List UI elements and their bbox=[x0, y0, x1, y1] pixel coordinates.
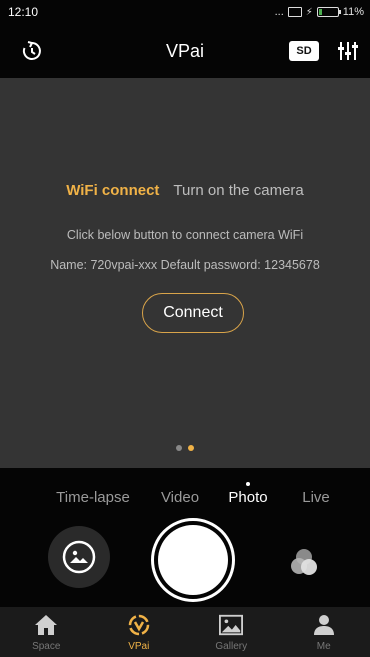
tab-label: VPai bbox=[128, 641, 150, 652]
tab-label: Space bbox=[32, 641, 61, 652]
page-dot-active[interactable] bbox=[188, 445, 194, 451]
battery-icon bbox=[316, 7, 341, 17]
step-wifi-connect[interactable]: WiFi connect bbox=[66, 182, 159, 199]
connect-button[interactable]: Connect bbox=[142, 293, 244, 333]
vpai-icon bbox=[127, 613, 151, 637]
mode-live[interactable]: Live bbox=[302, 489, 330, 506]
bottom-tab-bar: Space VPai Gallery Me bbox=[0, 607, 370, 657]
page-indicator bbox=[0, 445, 370, 451]
album-button[interactable] bbox=[48, 526, 110, 588]
selected-mode-indicator bbox=[246, 482, 250, 486]
person-icon bbox=[312, 613, 336, 637]
page-dot[interactable] bbox=[176, 445, 182, 451]
image-icon bbox=[62, 540, 96, 574]
shutter-button[interactable] bbox=[151, 518, 235, 602]
shutter-inner bbox=[158, 525, 228, 595]
sd-card-button[interactable]: SD bbox=[289, 41, 319, 61]
home-icon bbox=[34, 613, 58, 637]
tab-space[interactable]: Space bbox=[0, 607, 93, 657]
timer-icon[interactable] bbox=[18, 37, 46, 65]
tab-label: Me bbox=[316, 641, 331, 652]
status-more: ... bbox=[274, 6, 284, 18]
camera-preview: WiFi connect Turn on the camera Click bel… bbox=[0, 78, 370, 468]
mode-time-lapse[interactable]: Time-lapse bbox=[56, 489, 130, 506]
filter-icon[interactable] bbox=[288, 546, 324, 578]
tab-me[interactable]: Me bbox=[278, 607, 370, 657]
tab-label: Gallery bbox=[215, 641, 248, 652]
step-turn-on-camera[interactable]: Turn on the camera bbox=[173, 182, 303, 199]
connection-steps: WiFi connect Turn on the camera bbox=[0, 182, 370, 199]
instruction-text: Click below button to connect camera WiF… bbox=[66, 228, 304, 242]
status-time: 12:10 bbox=[8, 5, 39, 19]
status-indicators: ... ⚡ 11% bbox=[275, 6, 364, 18]
status-bar: 12:10 ... ⚡ 11% bbox=[0, 0, 370, 24]
gallery-icon bbox=[219, 613, 244, 637]
camera-controls: Time-lapse Video Photo Live bbox=[0, 468, 370, 607]
mode-video[interactable]: Video bbox=[161, 489, 199, 506]
app-header: VPai SD bbox=[0, 24, 370, 78]
sliders-icon[interactable] bbox=[335, 37, 361, 65]
mode-selector: Time-lapse Video Photo Live bbox=[0, 482, 370, 511]
credentials-text: Name: 720vpai-xxx Default password: 1234… bbox=[50, 258, 320, 272]
battery-percent: 11% bbox=[342, 6, 364, 18]
page-title: VPai bbox=[165, 40, 205, 61]
tab-vpai[interactable]: VPai bbox=[93, 607, 186, 657]
tab-gallery[interactable]: Gallery bbox=[185, 607, 278, 657]
sim-icon bbox=[287, 7, 302, 17]
mode-photo[interactable]: Photo bbox=[228, 489, 267, 506]
charging-icon: ⚡ bbox=[305, 6, 313, 18]
